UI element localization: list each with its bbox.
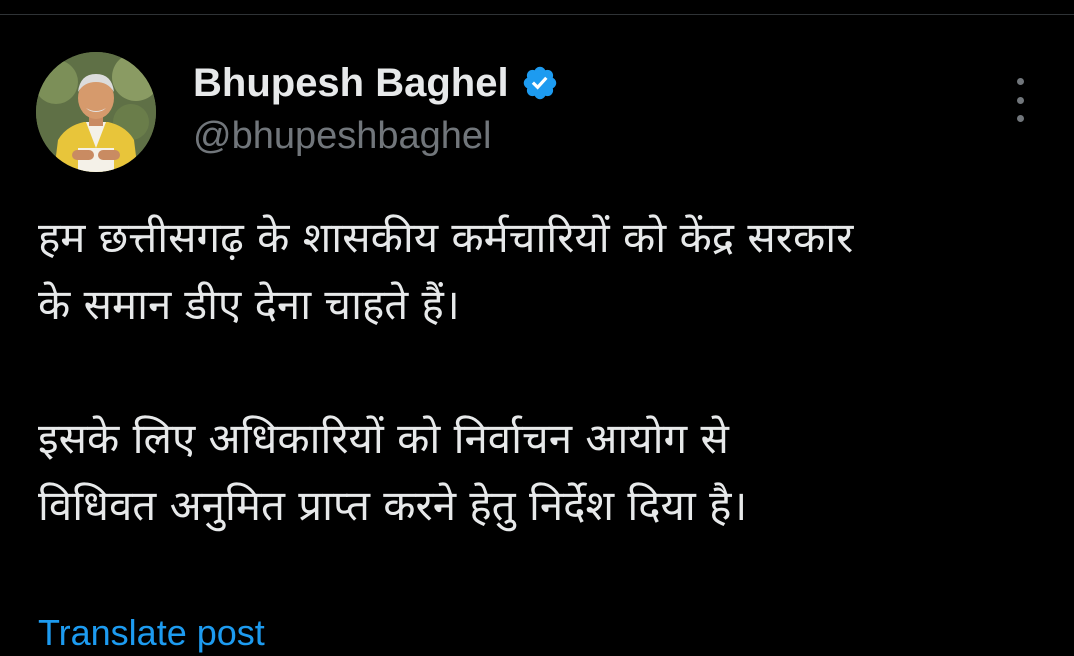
tweet-line: इसके लिए अधिकारियों को निर्वाचन आयोग से bbox=[38, 414, 729, 463]
tweet-paragraph: हम छत्तीसगढ़ के शासकीय कर्मचारियों को के… bbox=[38, 204, 1058, 338]
more-options-button[interactable] bbox=[1004, 78, 1036, 122]
verified-badge-icon[interactable] bbox=[521, 64, 559, 102]
tweet-paragraph: इसके लिए अधिकारियों को निर्वाचन आयोग से … bbox=[38, 405, 1058, 539]
more-options-icon-dot bbox=[1016, 115, 1024, 122]
top-divider bbox=[0, 14, 1074, 15]
translate-post-link[interactable]: Translate post bbox=[38, 610, 265, 656]
author-name-row: Bhupesh Baghel bbox=[193, 58, 559, 108]
tweet-line: हम छत्तीसगढ़ के शासकीय कर्मचारियों को के… bbox=[38, 213, 854, 262]
profile-avatar-icon bbox=[36, 52, 156, 172]
tweet-line: विधिवत अनुमित प्राप्त करने हेतु निर्देश … bbox=[38, 481, 748, 530]
tweet-text: हम छत्तीसगढ़ के शासकीय कर्मचारियों को के… bbox=[38, 204, 1058, 539]
author-handle[interactable]: @bhupeshbaghel bbox=[193, 112, 492, 160]
author-display-name[interactable]: Bhupesh Baghel bbox=[193, 58, 509, 108]
more-options-icon bbox=[1016, 78, 1024, 85]
more-options-icon-dot bbox=[1016, 96, 1024, 104]
author-avatar[interactable] bbox=[36, 52, 156, 172]
tweet-line: के समान डीए देना चाहते हैं। bbox=[38, 280, 460, 329]
